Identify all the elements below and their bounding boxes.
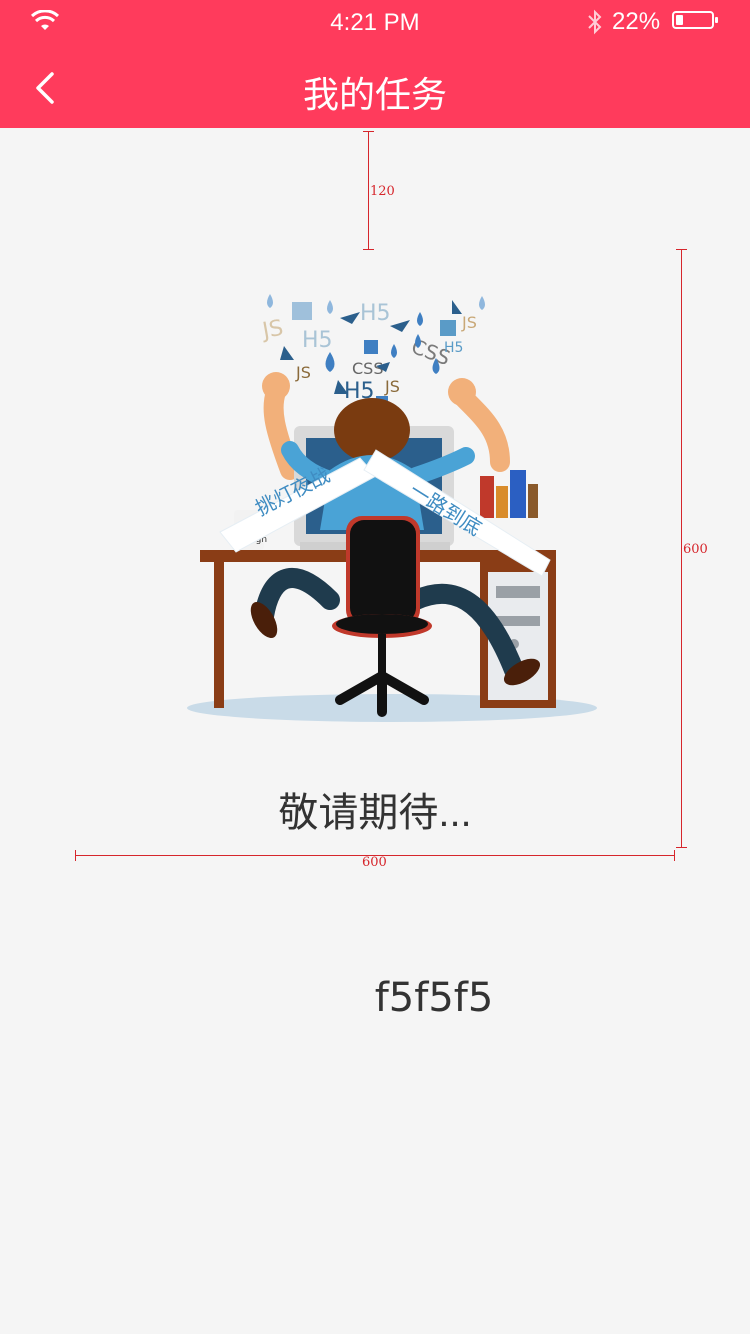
dimension-tick (363, 249, 374, 250)
dimension-tick (75, 850, 76, 861)
developer-at-desk-illustration: JS H5 H5 CSS H5 JS JS CSS JS H5 H5 挑灯夜战 … (187, 294, 597, 722)
bluetooth-icon (588, 9, 602, 35)
dimension-tick (676, 249, 687, 250)
battery-percent: 22% (612, 8, 661, 35)
dimension-line-height (681, 250, 682, 848)
dimension-tick (676, 847, 687, 848)
dimension-tick (674, 850, 675, 861)
background-color-label: f5f5f5 (374, 975, 494, 1021)
dimension-line-top-gap (368, 132, 369, 250)
js-label: JS (295, 363, 311, 382)
page-title: 我的任务 (302, 74, 447, 115)
dimension-label-height: 600 (683, 542, 708, 557)
status-bar: 4:21 PM 22% (0, 0, 750, 44)
dimension-label-width: 600 (362, 855, 387, 870)
js-label: JS (461, 313, 477, 332)
h5-label: H5 (510, 329, 512, 331)
js-label: JS (259, 316, 285, 345)
dimension-tick (363, 131, 374, 132)
nav-bar: 我的任务 (0, 44, 750, 128)
coming-soon-message: 敬请期待... (278, 791, 472, 835)
css-label: CSS (352, 359, 383, 378)
h5-label: H5 (360, 301, 391, 326)
h5-label: H5 (302, 328, 333, 353)
h5-label: H5 (444, 340, 463, 356)
battery-icon (672, 11, 718, 29)
js-label: JS (384, 377, 400, 396)
dimension-label-top-gap: 120 (370, 184, 395, 199)
battery-level (676, 15, 683, 25)
